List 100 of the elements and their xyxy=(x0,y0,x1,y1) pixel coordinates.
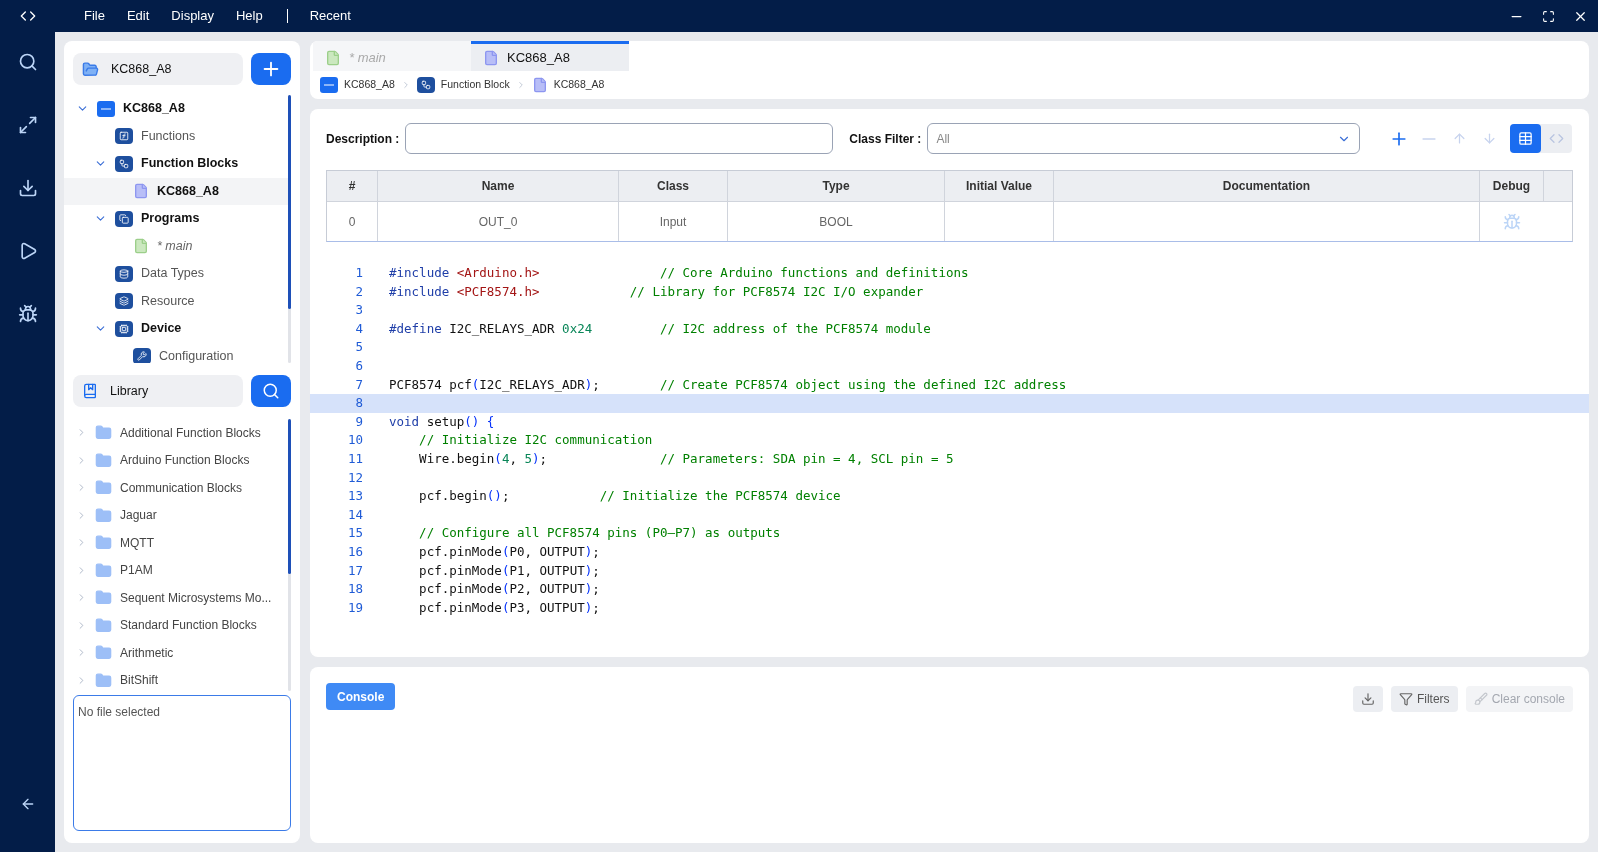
scrollbar[interactable] xyxy=(288,419,291,691)
tree-label: Programs xyxy=(141,210,200,228)
code-icon[interactable] xyxy=(20,8,36,24)
tree-label: Device xyxy=(141,320,182,338)
download-icon[interactable] xyxy=(17,178,38,198)
function-blocks-folder-icon xyxy=(416,77,435,93)
menu-item[interactable]: Display xyxy=(171,6,214,26)
code-text: pcf.pinMode(P1, OUTPUT); xyxy=(418,561,600,580)
library-item[interactable]: Standard Function Blocks xyxy=(73,611,288,639)
code-icon xyxy=(1549,131,1565,146)
download-icon xyxy=(1360,692,1375,706)
tree-item[interactable]: Data Types xyxy=(64,260,288,288)
line-number: 10 xyxy=(346,431,363,450)
scrollbar[interactable] xyxy=(288,95,291,363)
library-item[interactable]: Arduino Function Blocks xyxy=(73,446,288,474)
menu-item[interactable]: File xyxy=(84,6,105,26)
table-cell: OUT_0 xyxy=(378,202,619,241)
menu-item[interactable]: Edit xyxy=(126,6,150,26)
tree-item[interactable]: KC868_A8 xyxy=(64,95,288,123)
tree-label: * main xyxy=(157,237,193,255)
folder-icon xyxy=(95,589,112,607)
library-label: P1AM xyxy=(120,562,153,580)
tree-item[interactable]: Configuration xyxy=(64,342,288,363)
description-field[interactable] xyxy=(405,123,834,154)
tree-item[interactable]: Functions xyxy=(64,122,288,150)
line-number: 18 xyxy=(346,580,363,599)
folder-icon xyxy=(95,451,112,469)
tree-item[interactable]: * main xyxy=(64,232,288,260)
line-number: 6 xyxy=(354,356,363,375)
tree-item[interactable]: Resource xyxy=(64,287,288,315)
line-number: 3 xyxy=(354,301,363,320)
wrench-icon xyxy=(133,348,151,363)
search-icon[interactable] xyxy=(17,52,38,72)
filter-button[interactable]: Filters xyxy=(1390,686,1458,712)
library-item[interactable]: Additional Function Blocks xyxy=(73,419,288,447)
tree-item[interactable]: Device xyxy=(64,315,288,343)
line-number: 11 xyxy=(346,449,363,468)
cpp-file-icon xyxy=(133,183,149,200)
library-label: Communication Blocks xyxy=(120,479,243,497)
resource-folder-icon xyxy=(115,293,133,310)
folder-icon xyxy=(95,424,112,442)
breadcrumb-item[interactable]: KC868_A8 xyxy=(553,77,605,93)
code-text: pcf.pinMode(P2, OUTPUT); xyxy=(418,580,600,599)
tree-item[interactable]: Function Blocks xyxy=(64,150,288,178)
code-text: void setup() { xyxy=(389,412,495,431)
library-label: Arithmetic xyxy=(120,644,174,662)
tree-item[interactable]: KC868_A8 xyxy=(64,177,288,205)
tree-item[interactable]: Programs xyxy=(64,205,288,233)
ld-file-icon xyxy=(133,238,149,255)
tree-label: Functions xyxy=(141,127,196,145)
library-item[interactable]: Jaguar xyxy=(73,501,288,529)
code-text: // Initialize I2C communication xyxy=(418,431,653,450)
library-item[interactable]: Communication Blocks xyxy=(73,474,288,502)
code-text: #include <PCF8574.h> // Library for PCF8574 I2C I/O expander xyxy=(389,282,924,301)
add-button[interactable] xyxy=(251,53,291,85)
tree-label: Configuration xyxy=(159,347,234,363)
library-label: Jaguar xyxy=(120,507,157,525)
line-number: 14 xyxy=(346,505,363,524)
line-number: 15 xyxy=(346,524,363,543)
line-number: 9 xyxy=(354,412,363,431)
line-number: 1 xyxy=(354,264,363,282)
menu-item[interactable]: Recent xyxy=(309,6,351,26)
folder-icon xyxy=(95,479,112,497)
download-button[interactable] xyxy=(1352,686,1383,712)
library-item[interactable]: P1AM xyxy=(73,556,288,584)
class-filter-select[interactable]: All xyxy=(927,123,1361,154)
library-title: Library xyxy=(110,382,149,400)
maximize-icon[interactable] xyxy=(1542,9,1555,23)
function-blocks-folder-icon xyxy=(115,155,133,172)
line-number: 5 xyxy=(354,338,363,357)
column-header: Debug xyxy=(1480,171,1544,201)
library-label: Additional Function Blocks xyxy=(120,424,261,442)
folder-icon xyxy=(95,506,112,524)
folder-icon xyxy=(95,616,112,634)
search-button[interactable] xyxy=(251,375,291,407)
breadcrumb-item[interactable]: KC868_A8 xyxy=(344,77,395,93)
code-text: #include <Arduino.h> // Core Arduino functions and definitions xyxy=(389,264,969,282)
code-text: Wire.begin(4, 5); // Parameters: SDA pin = 4, SCL pin = 5 xyxy=(418,449,954,468)
tree-label: KC868_A8 xyxy=(157,182,219,200)
library-item[interactable]: BitShift xyxy=(73,666,288,691)
column-header: Type xyxy=(728,171,945,201)
line-number: 12 xyxy=(346,468,363,487)
breadcrumb-item[interactable]: Function Block xyxy=(440,77,510,93)
library-item[interactable]: Sequent Microsystems Mo... xyxy=(73,584,288,612)
bug-icon[interactable] xyxy=(17,304,38,324)
library-item[interactable]: Arithmetic xyxy=(73,639,288,667)
expand-icon[interactable] xyxy=(17,115,38,135)
table-cell: 0 xyxy=(327,202,378,241)
menu-item[interactable]: Help xyxy=(236,6,263,26)
library-item[interactable]: MQTT xyxy=(73,529,288,557)
book-icon xyxy=(82,383,98,399)
line-number: 13 xyxy=(346,487,363,506)
line-number: 8 xyxy=(354,394,363,413)
editor-tab[interactable]: KC868_A8 xyxy=(471,41,629,71)
tree-label: Function Blocks xyxy=(141,155,239,173)
folder-icon xyxy=(95,644,112,662)
table-view-button[interactable] xyxy=(1510,124,1542,153)
programs-folder-icon xyxy=(115,210,133,227)
ld-file-icon xyxy=(325,49,341,66)
library-label: Sequent Microsystems Mo... xyxy=(120,589,272,607)
